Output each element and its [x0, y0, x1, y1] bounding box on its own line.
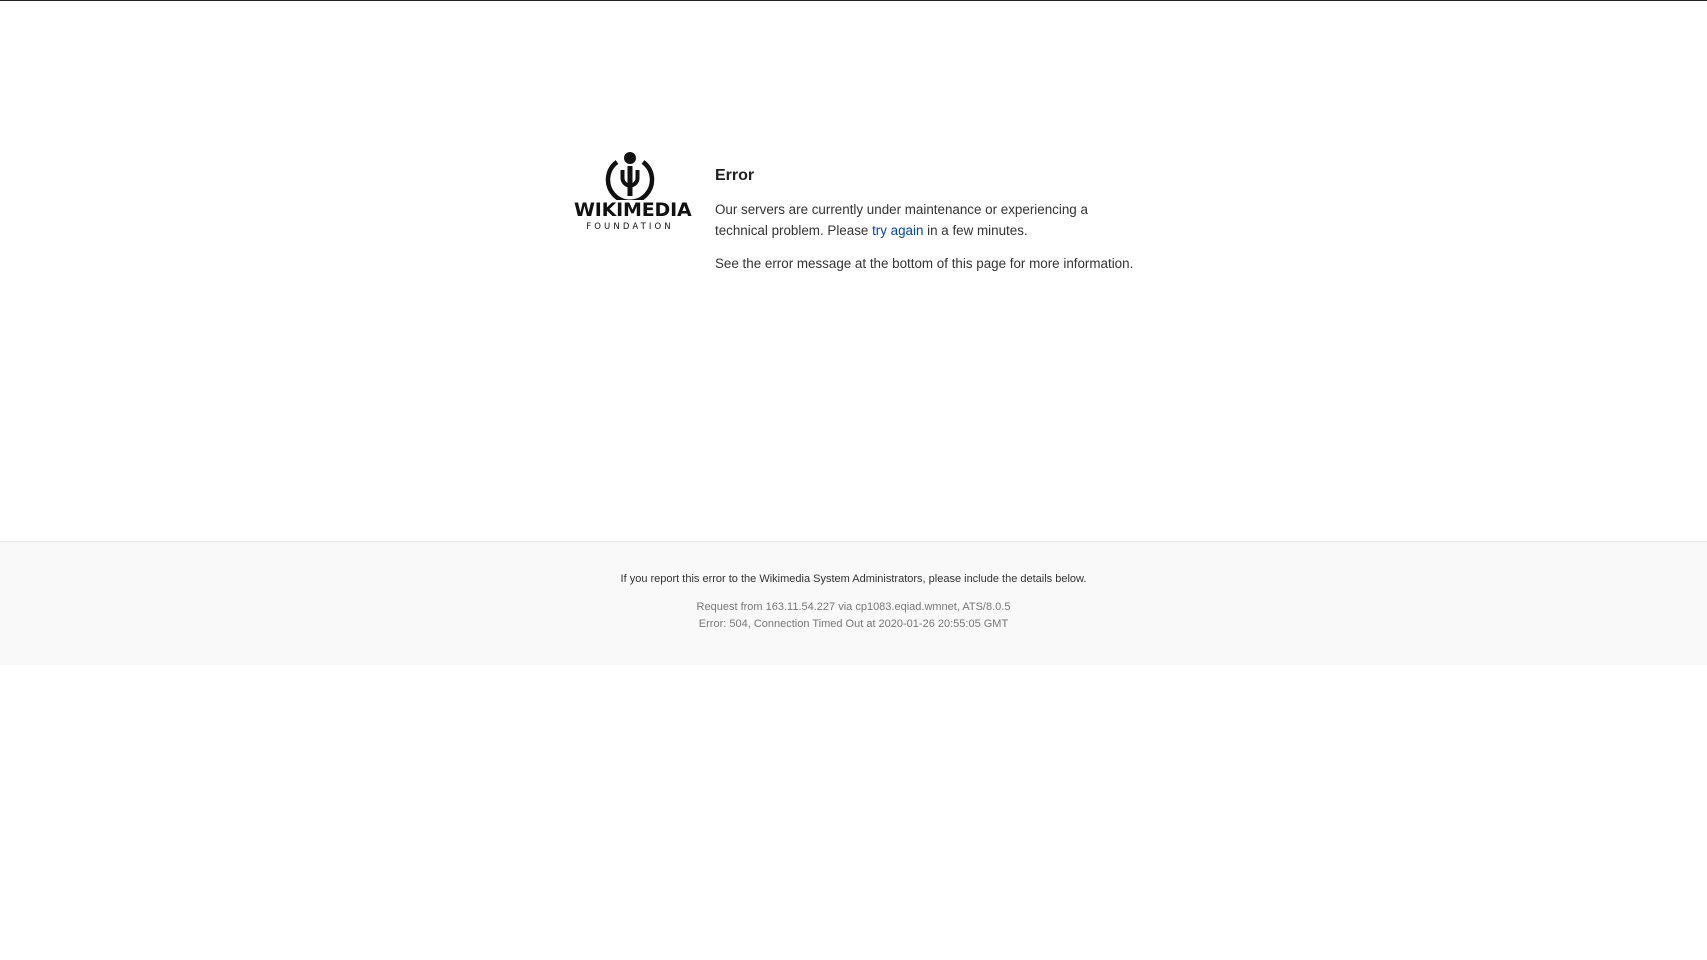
wikimedia-logo: WIKIMEDIA FOUNDATION [574, 150, 692, 234]
top-border [0, 0, 1707, 1]
error-code-details: Error: 504, Connection Timed Out at 2020… [698, 618, 1009, 630]
request-details: Request from 163.11.54.227 via cp1083.eq… [696, 601, 1011, 613]
error-title: Error [715, 167, 755, 184]
wikimedia-logo-icon [574, 150, 686, 200]
logo-subtitle: FOUNDATION [586, 222, 674, 232]
error-message: Our servers are currently under maintena… [715, 199, 1135, 241]
error-text: Error Our servers are currently under ma… [715, 165, 1135, 286]
error-panel: WIKIMEDIA FOUNDATION Error Our servers a… [574, 150, 1134, 300]
report-note: If you report this error to the Wikimedi… [620, 573, 1087, 585]
try-again-link[interactable]: try again [872, 223, 923, 238]
error-details-footer: If you report this error to the Wikimedi… [0, 541, 1707, 665]
error-message-text-2: in a few minutes. [923, 223, 1028, 238]
logo-wordmark: WIKIMEDIA [574, 199, 692, 221]
see-more-message: See the error message at the bottom of t… [715, 256, 1134, 271]
